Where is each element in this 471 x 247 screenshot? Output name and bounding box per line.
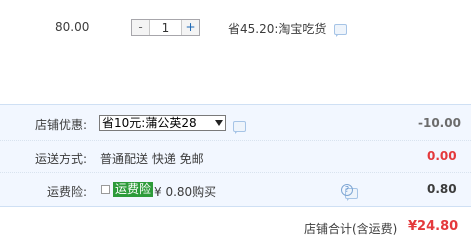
shop-discount-label: 店铺优惠: <box>35 118 88 132</box>
increase-button[interactable]: + <box>181 20 199 35</box>
row-divider <box>0 172 471 173</box>
shop-discount-value: -10.00 <box>418 116 461 130</box>
shipping-value: 0.00 <box>427 149 457 163</box>
insurance-price: ¥ 0.80购买 <box>154 185 217 199</box>
item-promo: 省45.20:淘宝吃货 <box>228 20 348 37</box>
chat-icon[interactable] <box>334 24 348 37</box>
row-divider <box>0 140 471 141</box>
total-label: 店铺合计(含运费) <box>304 222 398 236</box>
help-icon[interactable]: ? <box>341 184 353 196</box>
item-price: 80.00 <box>55 20 90 34</box>
shop-discount-selected: 省10元:蒲公英28 <box>102 116 197 130</box>
total-value: ¥24.80 <box>408 219 459 234</box>
item-promo-text: 省45.20:淘宝吃货 <box>228 22 327 36</box>
insurance-checkbox[interactable] <box>101 185 110 194</box>
shop-discount-select[interactable]: 省10元:蒲公英28 <box>99 115 226 131</box>
summary-bottom-border <box>0 206 471 207</box>
insurance-value: 0.80 <box>427 182 457 196</box>
chat-icon[interactable] <box>233 121 246 134</box>
decrease-button[interactable]: - <box>132 20 150 35</box>
dropdown-arrow-icon <box>215 120 223 126</box>
quantity-input[interactable] <box>150 20 181 35</box>
quantity-stepper[interactable]: - + <box>131 19 200 36</box>
shipping-method: 普通配送 快递 免邮 <box>100 152 204 166</box>
insurance-badge: 运费险 <box>113 182 154 197</box>
shipping-label: 运送方式: <box>35 152 88 166</box>
insurance-label: 运费险: <box>47 185 88 199</box>
